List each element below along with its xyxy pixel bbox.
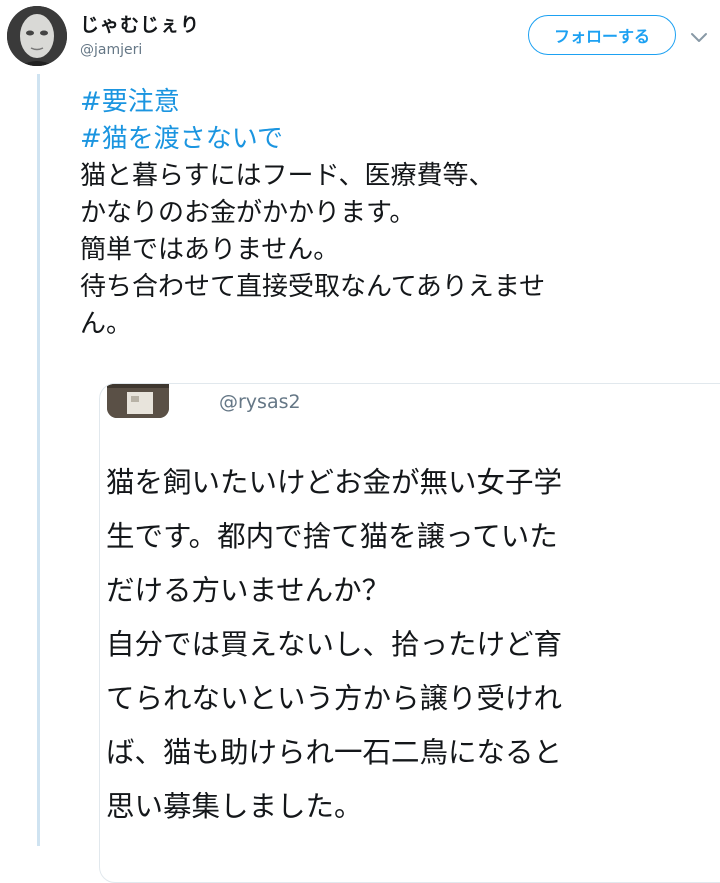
quoted-tweet-text: 猫を飼いたいけどお金が無い女子学 生です。都内で捨て猫を譲っていた だける方いま… [106,456,706,834]
tweet-line: 待ち合わせて直接受取なんてありえませ [80,272,546,302]
quoted-tweet-line: 自分では買えないし、拾ったけど育 [106,628,563,661]
quoted-tweet-line: ば、猫も助けられ一石二鳥になると [106,736,563,769]
author-display-name[interactable]: じゃむじぇり [80,10,200,37]
chevron-down-icon[interactable] [688,26,710,48]
photo-avatar-icon [107,384,169,418]
quoted-tweet-card[interactable]: @rysas2 猫を飼いたいけどお金が無い女子学 生です。都内で捨て猫を譲ってい… [99,383,720,883]
hashtag-link[interactable]: #要注意 [80,84,710,121]
tweet-line: ん。 [80,309,133,339]
quoted-tweet-line: 猫を飼いたいけどお金が無い女子学 [106,466,563,499]
quoted-tweet-line: 生です。都内で捨て猫を譲っていた [106,520,558,553]
author-avatar[interactable] [7,6,67,66]
quoted-tweet-line: だける方いませんか？ [106,574,391,607]
follow-button[interactable]: フォローする [528,15,676,55]
quoted-tweet-line: てられないという方から譲り受けれ [106,682,563,715]
quoted-tweet-line: 思い募集しました。 [106,790,363,823]
quoted-author-avatar[interactable] [107,384,169,418]
thread-line [37,74,40,846]
tweet-text: #要注意 #猫を渡さないで 猫と暮らすにはフード、医療費等、 かなりのお金がかか… [80,84,710,343]
tweet-line: 猫と暮らすにはフード、医療費等、 [80,161,495,191]
masked-face-avatar-icon [7,6,67,66]
hashtag-link[interactable]: #猫を渡さないで [80,121,710,158]
tweet-line: 簡単ではありません。 [80,235,340,265]
quoted-author-handle[interactable]: @rysas2 [219,391,301,413]
author-handle[interactable]: @jamjeri [80,42,142,58]
tweet-line: かなりのお金がかかります。 [80,198,416,228]
